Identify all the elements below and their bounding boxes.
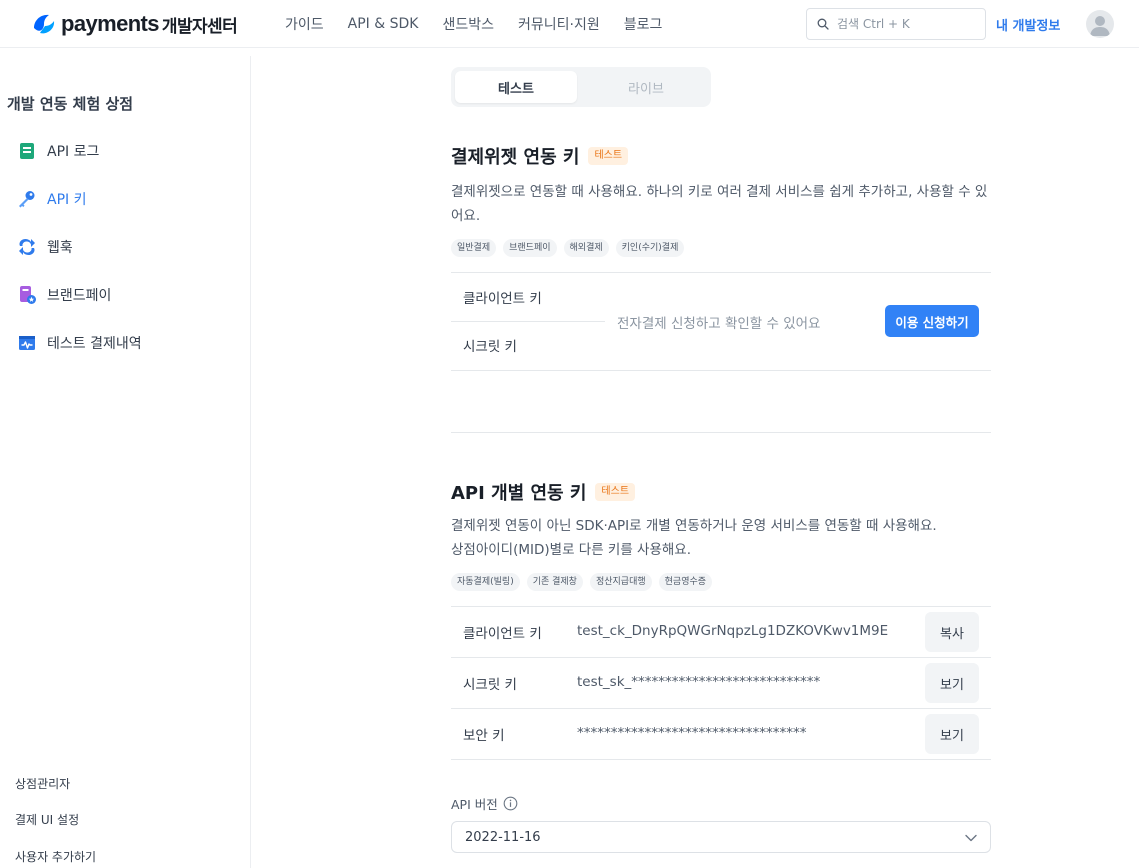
tab-test[interactable]: 테스트 (455, 71, 577, 103)
my-dev-info-link[interactable]: 내 개발정보 (996, 15, 1060, 34)
widget-secret-key-label: 시크릿 키 (463, 339, 517, 355)
api-key-title: API 개별 연동 키 테스트 (451, 479, 636, 505)
sidebar-item-label: API 로그 (47, 144, 100, 160)
client-key-label: 클라이언트 키 (463, 626, 542, 642)
brandpay-icon (16, 284, 38, 306)
widget-description: 결제위젯으로 연동할 때 사용해요. 하나의 키로 여러 결제 서비스를 쉽게 … (451, 184, 988, 224)
logo[interactable]: payments 개발자센터 (31, 11, 238, 37)
nav-sandbox[interactable]: 샌드박스 (442, 14, 494, 34)
section-title-text: API 개별 연동 키 (451, 483, 587, 504)
api-version-value: 2022-11-16 (465, 829, 541, 845)
refresh-icon (16, 236, 38, 258)
divider (451, 272, 991, 273)
test-badge: 테스트 (595, 483, 636, 501)
api-chip-list: 자동결제(빌링) 기존 결제창 정산지급대행 현금영수증 (451, 573, 719, 591)
divider (451, 606, 991, 607)
api-version-text: API 버전 (451, 797, 498, 812)
document-icon (16, 140, 38, 162)
chip: 해외결제 (563, 239, 609, 257)
divider (451, 708, 991, 709)
chevron-down-icon (965, 834, 977, 842)
sidebar-item-api-log[interactable]: API 로그 (16, 139, 99, 163)
api-description-1: 결제위젯 연동이 아닌 SDK·API로 개별 연동하거나 운영 서비스를 연동… (451, 518, 937, 534)
sidebar-title: 개발 연동 체험 상점 (7, 95, 134, 113)
sidebar-item-webhook[interactable]: 웹훅 (16, 235, 73, 259)
avatar[interactable] (1086, 10, 1114, 38)
receipt-icon (16, 332, 38, 354)
secret-key-label: 시크릿 키 (463, 677, 517, 693)
sidebar-item-label: 테스트 결제내역 (47, 336, 142, 352)
chip: 현금영수증 (658, 573, 713, 591)
client-key-value: test_ck_DnyRpQWGrNqpzLg1DZKOVKwv1M9E (577, 623, 889, 639)
sidebar-item-label: 웹훅 (47, 240, 73, 256)
divider (451, 321, 605, 322)
apply-button[interactable]: 이용 신청하기 (885, 305, 979, 337)
search-icon (817, 18, 829, 30)
sidebar-item-label: 브랜드페이 (47, 288, 112, 304)
user-icon (1090, 16, 1110, 36)
section-divider (451, 432, 991, 433)
store-admin-link[interactable]: 상점관리자 (15, 775, 70, 792)
sidebar-item-test-payments[interactable]: 테스트 결제내역 (16, 331, 142, 355)
nav-api-sdk[interactable]: API & SDK (348, 16, 419, 32)
copy-button[interactable]: 복사 (925, 612, 979, 652)
logo-subtitle: 개발자센터 (161, 16, 238, 37)
sidebar-item-label: API 키 (47, 192, 87, 208)
chip: 브랜드페이 (503, 239, 557, 257)
api-description-2: 상점아이디(MID)별로 다른 키를 사용해요. (451, 542, 692, 558)
chip: 키인(수기)결제 (615, 239, 685, 257)
search-input[interactable] (837, 17, 977, 31)
api-version-label: API 버전 (451, 794, 518, 813)
mode-toggle: 테스트 라이브 (451, 67, 711, 107)
secret-key-value: test_sk_**************************** (577, 674, 821, 690)
payment-ui-settings-link[interactable]: 결제 UI 설정 (15, 811, 79, 828)
api-version-select[interactable]: 2022-11-16 (451, 821, 991, 853)
chip: 정산지급대행 (589, 573, 652, 591)
sidebar: 개발 연동 체험 상점 API 로그 API 키 웹훅 브랜드페이 테스트 결제… (0, 56, 251, 868)
show-security-key-button[interactable]: 보기 (925, 714, 979, 754)
show-secret-key-button[interactable]: 보기 (925, 663, 979, 703)
widget-client-key-label: 클라이언트 키 (463, 291, 542, 307)
tab-live[interactable]: 라이브 (585, 71, 707, 103)
nav-blog[interactable]: 블로그 (624, 14, 663, 34)
sidebar-item-brandpay[interactable]: 브랜드페이 (16, 283, 111, 307)
security-key-label: 보안 키 (463, 728, 505, 744)
nav-community[interactable]: 커뮤니티·지원 (518, 14, 600, 34)
section-title-text: 결제위젯 연동 키 (451, 147, 580, 168)
info-icon[interactable] (503, 796, 518, 811)
security-key-value: ********************************** (577, 725, 807, 741)
nav-guide[interactable]: 가이드 (285, 14, 324, 34)
divider (451, 657, 991, 658)
logo-word: payments (61, 11, 160, 36)
main-nav: 가이드 API & SDK 샌드박스 커뮤니티·지원 블로그 (285, 0, 686, 48)
widget-key-title: 결제위젯 연동 키 테스트 (451, 143, 629, 169)
test-badge: 테스트 (588, 147, 629, 165)
chip: 자동결제(빌링) (451, 573, 520, 591)
payments-logo-icon (34, 14, 55, 34)
sidebar-item-api-key[interactable]: API 키 (16, 187, 86, 211)
widget-notice: 전자결제 신청하고 확인할 수 있어요 (617, 316, 821, 332)
add-user-link[interactable]: 사용자 추가하기 (15, 848, 96, 865)
chip: 기존 결제창 (526, 573, 583, 591)
top-header: payments 개발자센터 가이드 API & SDK 샌드박스 커뮤니티·지… (0, 0, 1139, 48)
widget-chip-list: 일반결제 브랜드페이 해외결제 키인(수기)결제 (451, 239, 691, 257)
chip: 일반결제 (451, 239, 497, 257)
divider (451, 759, 991, 760)
divider (451, 370, 991, 371)
search-box[interactable] (806, 8, 986, 40)
key-icon (16, 188, 38, 210)
